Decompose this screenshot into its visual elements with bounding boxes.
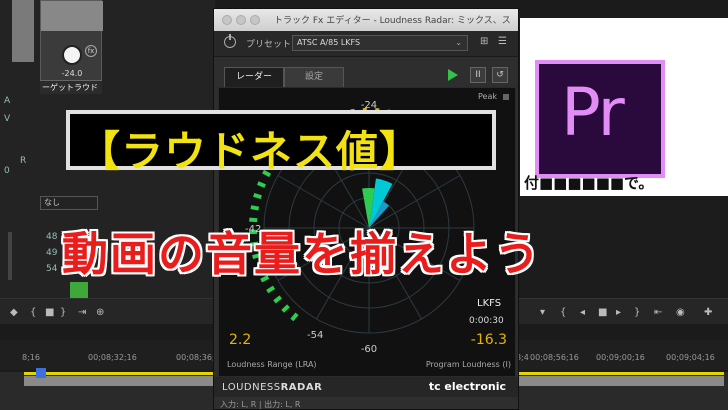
power-icon[interactable] [224, 34, 236, 48]
effect-select[interactable]: なし [40, 196, 98, 210]
level-segment [256, 181, 266, 188]
lra-label: Loudness Range (LRA) [227, 360, 317, 369]
level-meter [70, 282, 88, 298]
loudness-radar-window: トラック Fx エディター - Loudness Radar: ミックス、スロッ… [213, 8, 519, 410]
ruler-tick: 00;08;56;16 [530, 353, 579, 362]
ruler-tick: 00;09;04;16 [666, 353, 715, 362]
tab-settings[interactable]: 設定 [284, 67, 344, 87]
side-num-a: 0 [4, 166, 10, 176]
level-segment [250, 205, 260, 211]
meter-strip [8, 232, 12, 280]
step-fwd-frame-icon[interactable]: ▸ [616, 307, 621, 318]
caption-fragment: 付■■■■■■で。 [524, 174, 654, 192]
title-bar[interactable]: トラック Fx エディター - Loudness Radar: ミックス、スロッ… [214, 9, 518, 31]
preset-select[interactable]: ATSC A/85 LKFS ⌄ [292, 35, 468, 51]
playhead[interactable] [36, 368, 46, 378]
go-out-icon[interactable]: } [634, 307, 640, 318]
plus-icon[interactable]: ⊕ [96, 307, 104, 318]
right-panel [520, 196, 728, 310]
knob-module: fx -24.0 [40, 0, 103, 92]
scale-bottom-label: -60 [361, 344, 377, 355]
loudness-radar-logo: LOUDNESSRADAR [222, 382, 323, 393]
ruler-tick: 00;08;32;16 [88, 353, 137, 362]
button-editor-icon[interactable]: ✚ [704, 307, 712, 318]
knob-value: -24.0 [61, 69, 83, 78]
zoom-button[interactable] [250, 15, 260, 25]
preset-label: プリセット: [246, 40, 295, 50]
tab-radar[interactable]: レーダー [224, 67, 284, 87]
menu-icon[interactable]: ☰ [498, 36, 507, 47]
db-48-label: 48 [46, 232, 58, 242]
program-loudness-label: Program Loudness (I) [425, 360, 511, 369]
lra-value: 2.2 [229, 332, 252, 348]
preset-value: ATSC A/85 LKFS [297, 38, 361, 47]
marker-icon[interactable]: ◆ [10, 307, 18, 318]
title-banner: 【ラウドネス値】 [66, 110, 496, 176]
io-label: 入力: L, R | 出力: L, R [220, 400, 301, 409]
module-fader[interactable] [41, 1, 103, 31]
export-frame-icon[interactable]: ◉ [676, 307, 685, 318]
db-54-label: 54 [46, 264, 58, 274]
volume-fader[interactable] [12, 0, 34, 62]
peak-label: Peak [478, 92, 497, 101]
level-segment [290, 312, 299, 322]
step-forward-icon[interactable]: } [60, 307, 66, 318]
premiere-pro-logo: Pr [535, 60, 665, 178]
channel-r-label: R [20, 156, 27, 166]
fx-badge[interactable]: fx [85, 45, 97, 57]
elapsed-time: 0:00:30 [469, 316, 504, 326]
insert-icon[interactable]: ⇤ [654, 307, 662, 318]
peak-indicator [503, 94, 509, 100]
tc-electronic-logo: tc electronic [428, 380, 506, 393]
mark-in-icon[interactable]: ▾ [540, 307, 545, 318]
tab-row: レーダー 設定 II ↺ [214, 61, 518, 87]
lkfs-label: LKFS [477, 298, 502, 309]
program-loudness-value: -16.3 [470, 332, 507, 348]
brand-bar: LOUDNESSRADAR tc electronic [214, 377, 518, 397]
chevron-down-icon: ⌄ [455, 38, 462, 47]
play-icon[interactable]: ■ [598, 307, 607, 318]
level-segment [281, 304, 290, 313]
level-segment [273, 295, 282, 304]
pause-button[interactable]: II [470, 67, 486, 83]
reset-button[interactable]: ↺ [492, 67, 508, 83]
preset-row: プリセット: ATSC A/85 LKFS ⌄ ⊞ ☰ [214, 31, 518, 57]
pr-logo-text: Pr [561, 74, 625, 151]
routing-icon[interactable]: ⊞ [480, 36, 488, 47]
lift-icon[interactable]: ⇥ [78, 307, 86, 318]
level-segment [253, 193, 262, 200]
thumbnail-title: 【ラウドネス値】 [78, 127, 423, 176]
stop-icon[interactable]: ■ [45, 307, 54, 318]
ruler-tick: 8;16 [22, 353, 40, 362]
minimize-button[interactable] [236, 15, 246, 25]
step-back-icon[interactable]: { [30, 307, 36, 318]
scale-bottom-left-label: -54 [307, 330, 323, 341]
level-segment [266, 285, 276, 294]
thumbnail-subtitle: 動画の音量を揃えよう [62, 227, 542, 281]
db-49-label: 49 [46, 248, 58, 258]
play-button[interactable] [448, 69, 458, 81]
window-title: トラック Fx エディター - Loudness Radar: ミックス、スロッ… [274, 16, 512, 26]
go-in-icon[interactable]: { [560, 307, 566, 318]
side-letter-a: A [4, 96, 11, 106]
target-loudness-label: ーゲットラウド [40, 80, 102, 94]
ruler-tick: 00;09;00;16 [596, 353, 645, 362]
volume-knob[interactable] [62, 45, 82, 65]
side-letter-b: V [4, 114, 11, 124]
step-back-frame-icon[interactable]: ◂ [580, 307, 585, 318]
close-button[interactable] [222, 15, 232, 25]
